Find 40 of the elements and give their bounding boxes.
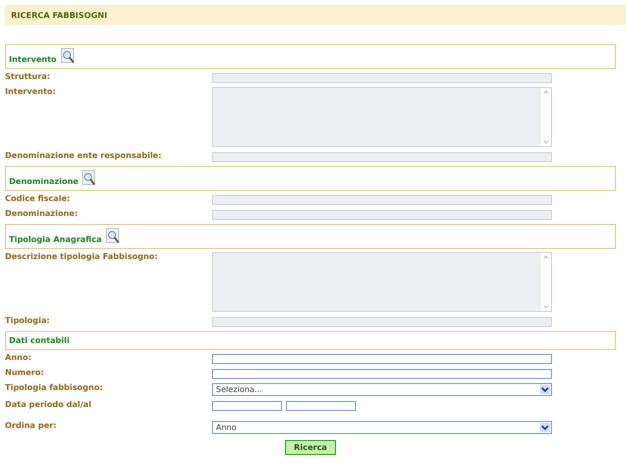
section-title: Dati contabili: [9, 336, 70, 346]
field-label: Tipologia fabbisogno:: [5, 383, 104, 394]
field-label: Denominazione ente responsabile:: [5, 151, 162, 162]
text-area[interactable]: [212, 252, 552, 312]
field-label: Anno:: [5, 353, 32, 364]
input-field[interactable]: [212, 195, 552, 205]
field-label: Struttura:: [5, 72, 52, 83]
search-icon[interactable]: [106, 228, 120, 244]
input-field[interactable]: [212, 317, 552, 327]
field-label: Numero:: [5, 368, 45, 379]
input-field[interactable]: [212, 354, 552, 364]
text-area[interactable]: [212, 87, 552, 147]
input-field[interactable]: [212, 152, 552, 162]
search-icon[interactable]: [82, 170, 96, 186]
dropdown[interactable]: Seleziona...: [212, 383, 552, 396]
search-icon[interactable]: [60, 48, 75, 64]
field-label: Tipologia:: [5, 316, 51, 327]
page-title: RICERCA FABBISOGNI: [11, 10, 108, 20]
field-label: Descrizione tipologia Fabbisogno:: [5, 252, 159, 263]
scroll-up-icon[interactable]: [543, 90, 549, 94]
field-label: Codice fiscale:: [5, 194, 71, 205]
date-field[interactable]: [212, 401, 282, 411]
search-button[interactable]: Ricerca: [284, 440, 336, 455]
dropdown-arrow-icon[interactable]: [540, 423, 550, 432]
section-title: Intervento: [9, 55, 57, 65]
input-field[interactable]: [212, 210, 552, 220]
dropdown[interactable]: Anno: [212, 421, 552, 434]
scroll-down-icon[interactable]: [543, 305, 549, 309]
input-field[interactable]: [212, 369, 552, 379]
field-label: Ordina per:: [5, 421, 58, 432]
section-title: Tipologia Anagrafica: [9, 235, 102, 245]
field-label: Denominazione:: [5, 209, 79, 220]
field-label: Data periodo dal/al: [5, 400, 92, 411]
section-title: Denominazione: [9, 177, 78, 187]
input-field[interactable]: [212, 73, 552, 83]
field-label: Intervento:: [5, 87, 57, 98]
date-field[interactable]: [286, 401, 356, 411]
dropdown-arrow-icon[interactable]: [540, 385, 550, 394]
scroll-down-icon[interactable]: [543, 140, 549, 144]
scroll-up-icon[interactable]: [543, 255, 549, 259]
